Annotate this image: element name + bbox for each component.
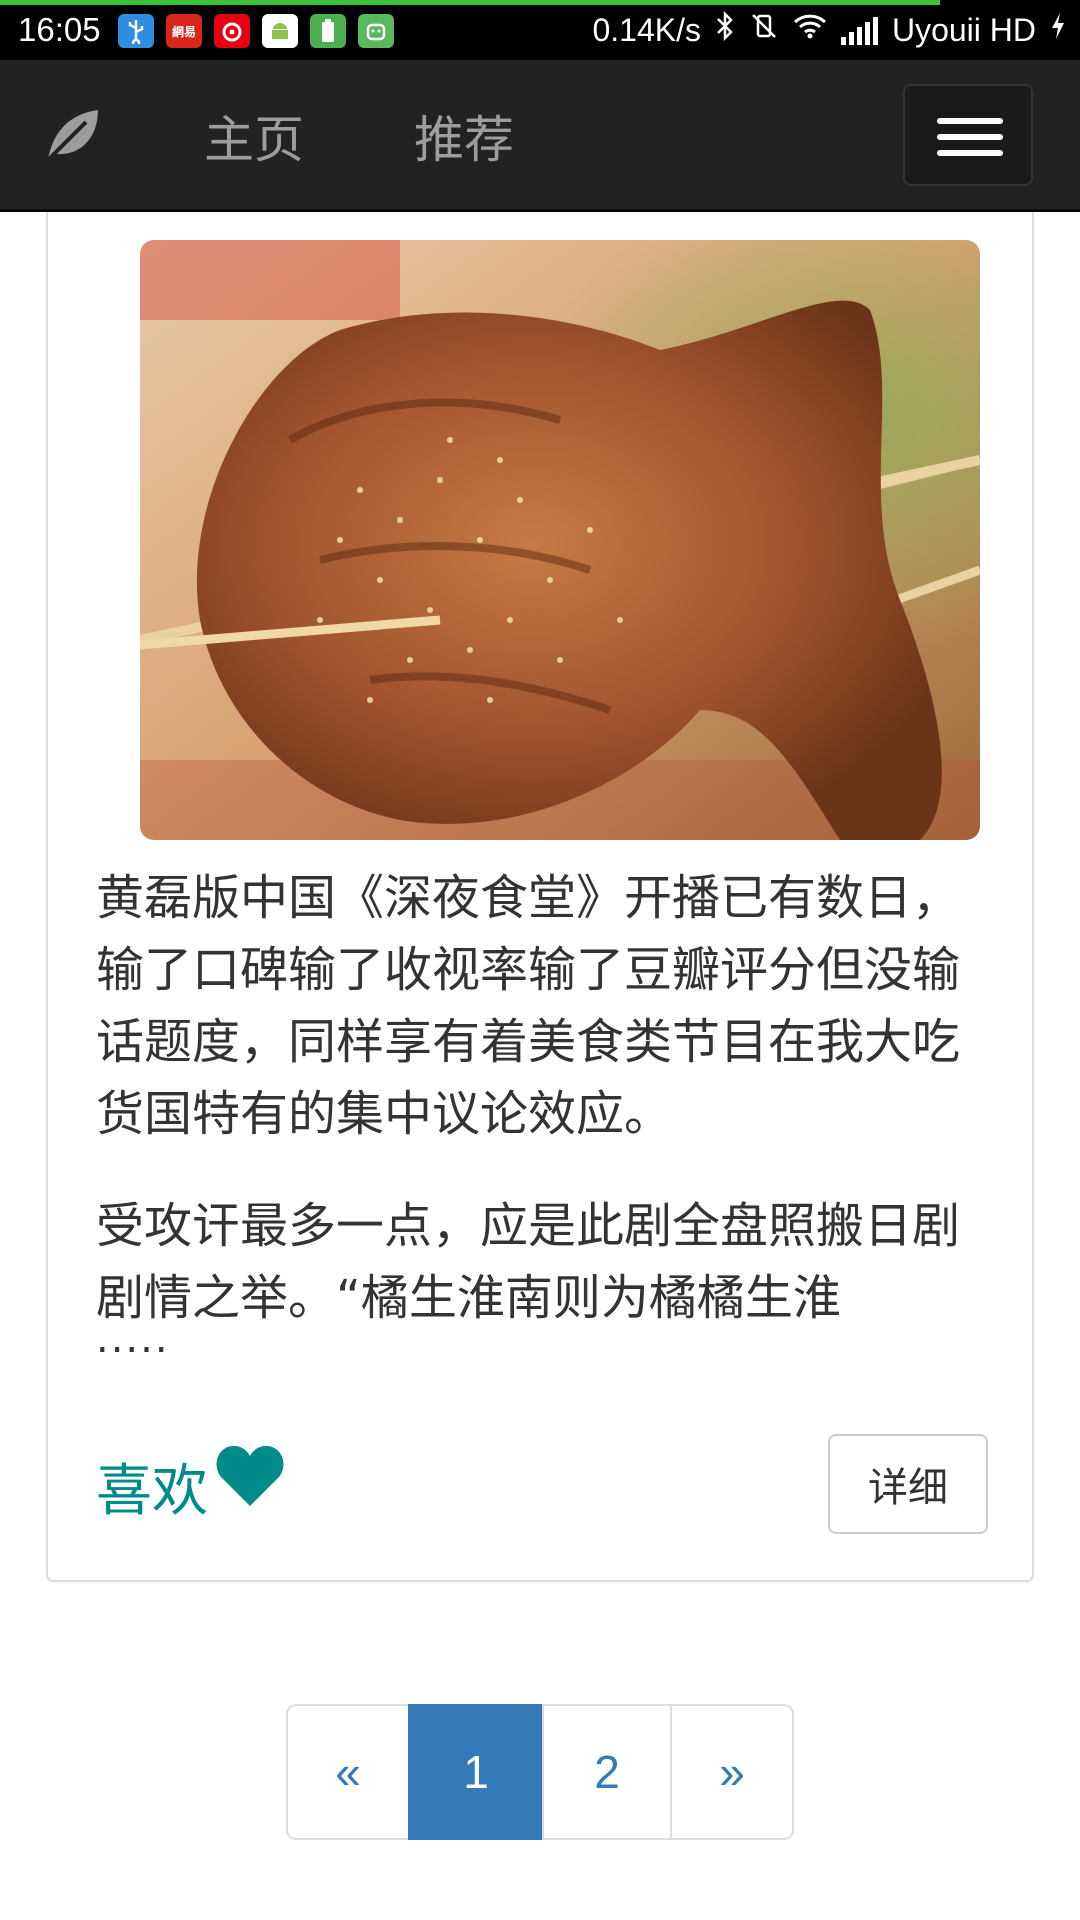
status-time: 16:05 xyxy=(18,11,101,48)
net-speed: 0.14K/s xyxy=(592,11,701,48)
article-paragraph-1: 黄磊版中国《深夜食堂》开播已有数日，输了口碑输了收视率输了豆瓣评分但没输话题度，… xyxy=(96,870,961,1142)
heart-icon xyxy=(216,1445,284,1506)
android-icon xyxy=(262,14,298,48)
android-green-icon xyxy=(358,14,394,48)
article-paragraph-2: 受攻讦最多一点，应是此剧全盘照搬日剧剧情之举。“橘生淮南则为橘橘生淮 xyxy=(96,1198,961,1326)
bluetooth-icon xyxy=(715,10,735,49)
nav-home[interactable]: 主页 xyxy=(204,100,304,172)
article-image[interactable] xyxy=(140,240,980,840)
detail-button[interactable]: 详细 xyxy=(828,1434,988,1534)
status-right: 0.14K/s Uyouii HD xyxy=(592,10,1066,49)
article-ellipsis: ..... xyxy=(96,1316,170,1362)
netease-music-icon xyxy=(214,14,250,48)
pagination-prev[interactable]: « xyxy=(286,1704,410,1840)
vibrate-off-icon xyxy=(749,11,779,49)
pagination: « 1 2 » xyxy=(286,1704,794,1840)
notification-icons: 網易 xyxy=(118,14,394,48)
like-button[interactable]: 喜欢 xyxy=(96,1442,286,1527)
wifi-icon xyxy=(793,12,827,48)
page-load-progress xyxy=(0,0,940,5)
leaf-icon[interactable] xyxy=(42,104,104,166)
navbar-toggle-button[interactable] xyxy=(903,84,1033,186)
pagination-page-1[interactable]: 1 xyxy=(408,1704,544,1840)
charging-icon xyxy=(1050,11,1066,49)
article-card: 黄磊版中国《深夜食堂》开播已有数日，输了口碑输了收视率输了豆瓣评分但没输话题度，… xyxy=(46,212,1034,1582)
carrier-name: Uyouii HD xyxy=(891,11,1036,48)
signal-icon xyxy=(840,15,878,45)
pagination-next[interactable]: » xyxy=(670,1704,794,1840)
nav-recommend[interactable]: 推荐 xyxy=(414,100,514,172)
usb-icon xyxy=(118,14,154,48)
battery-app-icon xyxy=(310,14,346,48)
top-navbar: 主页 推荐 xyxy=(0,60,1080,212)
status-bar: 16:05 網易 0.14K/s Uyouii HD xyxy=(0,0,1080,60)
netease-news-icon: 網易 xyxy=(166,14,202,48)
like-label: 喜欢 xyxy=(96,1459,208,1524)
pagination-page-2[interactable]: 2 xyxy=(542,1704,672,1840)
